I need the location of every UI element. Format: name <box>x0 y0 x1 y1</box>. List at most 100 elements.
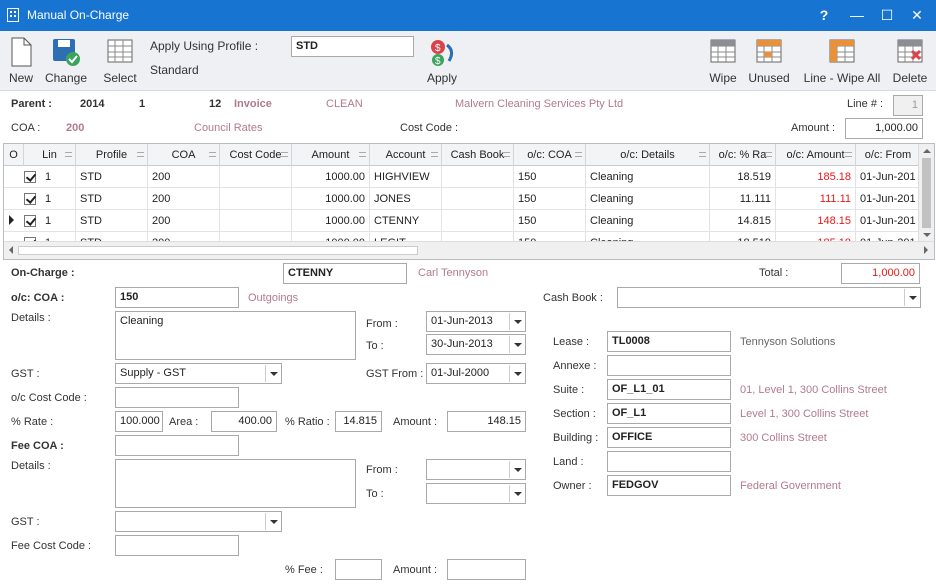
building-icon <box>7 8 19 22</box>
change-button[interactable]: Change <box>42 31 90 89</box>
scroll-thumb[interactable] <box>922 158 931 228</box>
on-charge-input[interactable]: CTENNY <box>283 263 407 284</box>
close-button[interactable]: ✕ <box>907 6 927 24</box>
fee-gst-select[interactable] <box>115 511 282 532</box>
horizontal-scrollbar[interactable] <box>4 241 934 259</box>
ratio-label: % Ratio : <box>285 416 330 428</box>
maximize-button[interactable]: ☐ <box>877 6 897 24</box>
gst-from-date-picker[interactable]: 01-Jul-2000 <box>426 363 526 384</box>
lease-input[interactable]: TL0008 <box>607 331 731 352</box>
scroll-up-icon[interactable] <box>923 149 931 153</box>
annexe-input[interactable] <box>607 355 731 376</box>
apply-profile-label: Apply Using Profile : <box>150 39 259 53</box>
chevron-down-icon[interactable] <box>509 336 524 353</box>
chevron-down-icon[interactable] <box>509 485 524 502</box>
cell-coa: 200 <box>148 166 220 188</box>
column-header[interactable]: Profile <box>76 144 148 166</box>
parent-year: 2014 <box>80 98 105 110</box>
fee-details-textarea[interactable] <box>115 459 356 508</box>
gst-from-label: GST From : <box>366 368 424 380</box>
parent-number-b: 12 <box>209 98 222 110</box>
cell-oc-amount: 148.15 <box>776 210 856 232</box>
fee-to-label: To : <box>366 488 384 500</box>
owner-label: Owner : <box>553 480 592 492</box>
area-input[interactable]: 400.00 <box>211 411 277 432</box>
column-header[interactable]: o/c: Details <box>586 144 710 166</box>
section-input[interactable]: OF_L1 <box>607 403 731 424</box>
vertical-scrollbar[interactable] <box>918 144 934 242</box>
wipe-button[interactable]: Wipe <box>704 31 742 89</box>
column-header[interactable]: o/c: COA <box>514 144 586 166</box>
column-header[interactable]: Cash Book <box>442 144 514 166</box>
from-date-picker[interactable]: 01-Jun-2013 <box>426 311 526 332</box>
cell-amount: 1000.00 <box>292 166 370 188</box>
column-header[interactable]: Lin <box>24 144 76 166</box>
chevron-down-icon[interactable] <box>265 513 280 530</box>
cell-oc-coa: 150 <box>514 188 586 210</box>
fee-amount-input[interactable] <box>447 559 526 580</box>
profile-input[interactable]: STD <box>291 36 414 57</box>
fee-pct-label: % Fee : <box>285 564 323 576</box>
column-header[interactable]: o/c: Amount <box>776 144 856 166</box>
chevron-down-icon[interactable] <box>509 365 524 382</box>
oc-coa-input[interactable]: 150 <box>115 287 239 308</box>
building-input[interactable]: OFFICE <box>607 427 731 448</box>
building-description: 300 Collins Street <box>740 432 827 444</box>
fee-coa-input[interactable] <box>115 435 239 456</box>
row-checkbox[interactable] <box>24 193 36 205</box>
row-checkbox[interactable] <box>24 215 36 227</box>
table-row-selected[interactable]: 1 STD 200 1000.00 CTENNY 150 Cleaning 14… <box>4 210 920 232</box>
table-row[interactable]: 1 STD 200 1000.00 JONES 150 Cleaning 11.… <box>4 188 920 210</box>
land-input[interactable] <box>607 451 731 472</box>
column-header[interactable]: Account <box>370 144 442 166</box>
new-button[interactable]: New <box>4 31 38 89</box>
unused-button[interactable]: Unused <box>746 31 792 89</box>
chevron-down-icon[interactable] <box>509 461 524 478</box>
column-header[interactable]: o/c: % Ra <box>710 144 776 166</box>
fee-gst-label: GST : <box>11 516 40 528</box>
table-row[interactable]: 1 STD 200 1000.00 HIGHVIEW 150 Cleaning … <box>4 166 920 188</box>
row-pointer-icon <box>9 215 14 225</box>
pin-icon <box>845 152 852 157</box>
column-header[interactable]: Cost Code <box>220 144 292 166</box>
fee-pct-input[interactable] <box>335 559 382 580</box>
amount-input[interactable]: 148.15 <box>447 411 526 432</box>
chevron-down-icon[interactable] <box>265 365 280 382</box>
column-header[interactable]: O <box>4 144 24 166</box>
ratio-input[interactable]: 14.815 <box>335 411 382 432</box>
gst-label: GST : <box>11 368 40 380</box>
scroll-thumb-horizontal[interactable] <box>18 246 418 255</box>
pin-icon <box>137 152 144 157</box>
cell-oc-from: 01-Jun-201 <box>860 171 916 183</box>
scroll-left-icon[interactable] <box>9 246 13 254</box>
cash-book-select[interactable] <box>617 287 921 308</box>
fee-cost-code-input[interactable] <box>115 535 239 556</box>
line-wipe-all-button[interactable]: Line - Wipe All <box>800 31 884 89</box>
select-button[interactable]: Select <box>100 31 140 89</box>
rate-input[interactable]: 100.000 <box>115 411 163 432</box>
to-date-picker[interactable]: 30-Jun-2013 <box>426 334 526 355</box>
apply-button[interactable]: $ $ Apply <box>420 31 464 89</box>
minimize-button[interactable]: — <box>847 6 867 24</box>
scroll-down-icon[interactable] <box>923 233 931 237</box>
chevron-down-icon[interactable] <box>904 289 919 306</box>
column-header[interactable]: o/c: From <box>856 144 920 166</box>
suite-input[interactable]: OF_L1_01 <box>607 379 731 400</box>
oc-cost-code-input[interactable] <box>115 387 239 408</box>
column-header[interactable]: Amount <box>292 144 370 166</box>
gst-select[interactable]: Supply - GST <box>115 363 282 384</box>
row-checkbox[interactable] <box>24 171 36 183</box>
scroll-right-icon[interactable] <box>924 246 928 254</box>
charges-grid[interactable]: O Lin Profile COA Cost Code Amount Accou… <box>3 143 935 260</box>
help-button[interactable]: ? <box>814 6 834 24</box>
delete-button[interactable]: Delete <box>890 31 930 89</box>
fee-to-date-picker[interactable] <box>426 483 526 504</box>
column-header[interactable]: COA <box>148 144 220 166</box>
amount-field[interactable]: 1,000.00 <box>845 118 923 139</box>
owner-input[interactable]: FEDGOV <box>607 475 731 496</box>
cell-line: 1 <box>41 188 76 210</box>
pin-icon <box>65 152 72 157</box>
fee-from-date-picker[interactable] <box>426 459 526 480</box>
details-textarea[interactable]: Cleaning <box>115 311 356 360</box>
chevron-down-icon[interactable] <box>509 313 524 330</box>
